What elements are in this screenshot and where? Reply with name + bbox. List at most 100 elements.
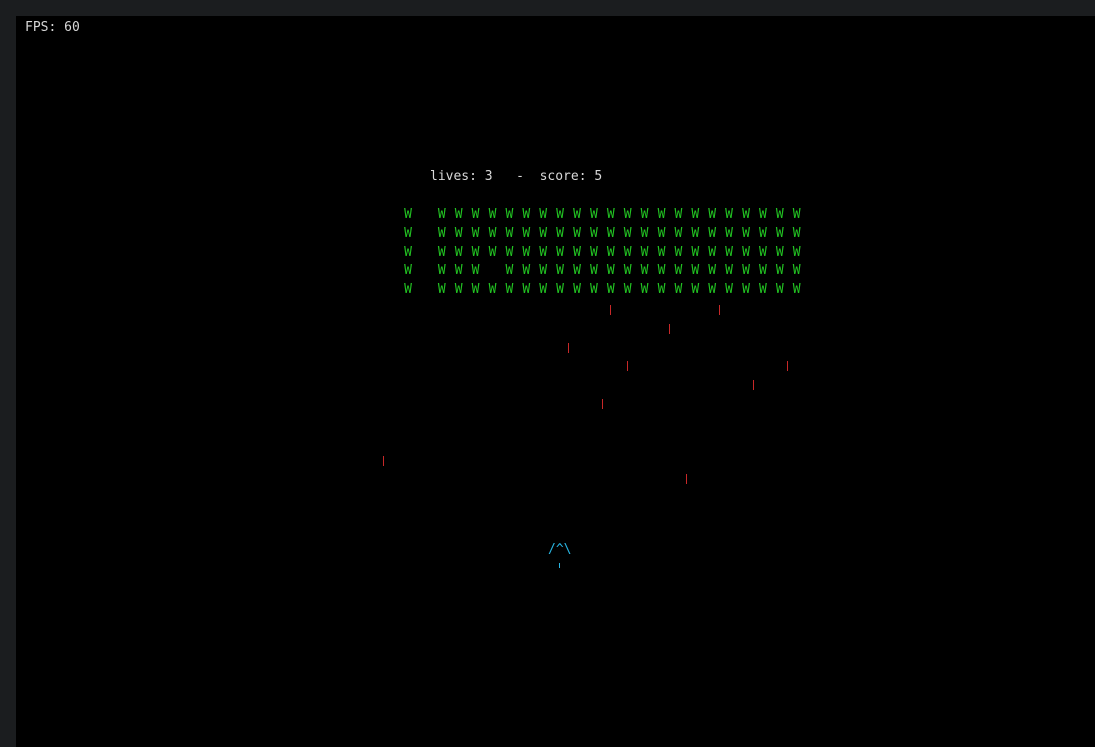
invader: W	[522, 225, 531, 241]
invader: W	[657, 282, 666, 298]
enemy-bullet	[787, 361, 788, 371]
invader: W	[471, 207, 480, 222]
invader: W	[606, 225, 615, 241]
invader: W	[589, 225, 598, 241]
enemy-bullet	[669, 324, 670, 334]
invader: W	[725, 263, 733, 279]
invader: W	[708, 244, 717, 260]
invader: W	[674, 207, 683, 222]
invader: W	[539, 244, 548, 260]
invader: W	[792, 263, 801, 279]
invader: W	[640, 244, 649, 260]
invader: W	[404, 207, 412, 222]
invader: W	[589, 244, 598, 260]
enemy-bullet	[753, 380, 754, 390]
invader: W	[454, 282, 463, 298]
invader: W	[691, 263, 700, 279]
invader: W	[573, 244, 581, 260]
invader: W	[556, 207, 564, 222]
invader: W	[471, 225, 480, 241]
invader: W	[742, 225, 750, 241]
invader: W	[725, 225, 733, 241]
invader: W	[742, 207, 750, 222]
invader: W	[758, 207, 767, 222]
invader: W	[775, 282, 784, 298]
invader: W	[437, 207, 446, 222]
game-window: FPS: 60 lives: 3 - score: 5 WWWWWWWWWWWW…	[0, 0, 1095, 747]
invader: W	[556, 263, 564, 279]
invader: W	[471, 282, 480, 298]
invader: W	[792, 244, 801, 260]
invader: W	[522, 207, 531, 222]
invader: W	[606, 282, 615, 298]
invader: W	[657, 244, 666, 260]
invader: W	[742, 244, 750, 260]
invader: W	[792, 282, 801, 298]
invader: W	[522, 244, 531, 260]
invader: W	[556, 225, 564, 241]
invader: W	[556, 244, 564, 260]
enemy-bullet	[627, 361, 628, 371]
invader: W	[606, 207, 615, 222]
invader: W	[725, 207, 733, 222]
invader: W	[691, 244, 700, 260]
invader: W	[454, 263, 463, 279]
invader: W	[657, 225, 666, 241]
invader: W	[505, 244, 514, 260]
enemy-bullet	[719, 305, 720, 315]
invader: W	[725, 244, 733, 260]
invader: W	[708, 263, 717, 279]
invader: W	[674, 225, 683, 241]
invader: W	[758, 225, 767, 241]
player-bullet	[559, 563, 560, 568]
invader: W	[556, 282, 564, 298]
invader: W	[691, 207, 700, 222]
invader: W	[640, 282, 649, 298]
invader: W	[674, 282, 683, 298]
invader: W	[623, 282, 632, 298]
invader: W	[742, 263, 750, 279]
invader: W	[623, 244, 632, 260]
invader: W	[792, 225, 801, 241]
invader: W	[758, 282, 767, 298]
invader: W	[623, 207, 632, 222]
invader: W	[505, 282, 514, 298]
invader: W	[404, 263, 412, 279]
invader: W	[589, 207, 598, 222]
invader: W	[775, 207, 784, 222]
invader: W	[589, 282, 598, 298]
invader: W	[522, 263, 531, 279]
invader: W	[454, 225, 463, 241]
invader: W	[404, 244, 412, 260]
invader: W	[471, 244, 480, 260]
invader: W	[505, 207, 514, 222]
invader: W	[488, 244, 497, 260]
invader: W	[404, 225, 412, 241]
invader: W	[674, 244, 683, 260]
invader: W	[539, 282, 548, 298]
invader: W	[775, 244, 784, 260]
invader: W	[708, 225, 717, 241]
game-canvas[interactable]: FPS: 60 lives: 3 - score: 5 WWWWWWWWWWWW…	[16, 16, 1095, 747]
invader: W	[640, 225, 649, 241]
invader: W	[404, 282, 412, 298]
enemy-bullet	[602, 399, 603, 409]
invader: W	[573, 207, 581, 222]
invader: W	[573, 282, 581, 298]
invader: W	[488, 282, 497, 298]
invader: W	[539, 225, 548, 241]
invader: W	[573, 263, 581, 279]
invader: W	[775, 263, 784, 279]
enemy-bullet	[568, 343, 569, 353]
invader: W	[708, 282, 717, 298]
invader: W	[539, 207, 548, 222]
invader: W	[674, 263, 683, 279]
invader: W	[691, 282, 700, 298]
invader: W	[488, 207, 497, 222]
invader: W	[792, 207, 801, 222]
invader: W	[573, 225, 581, 241]
invader: W	[657, 263, 666, 279]
invader: W	[589, 263, 598, 279]
invader: W	[471, 263, 480, 279]
invader: W	[708, 207, 717, 222]
